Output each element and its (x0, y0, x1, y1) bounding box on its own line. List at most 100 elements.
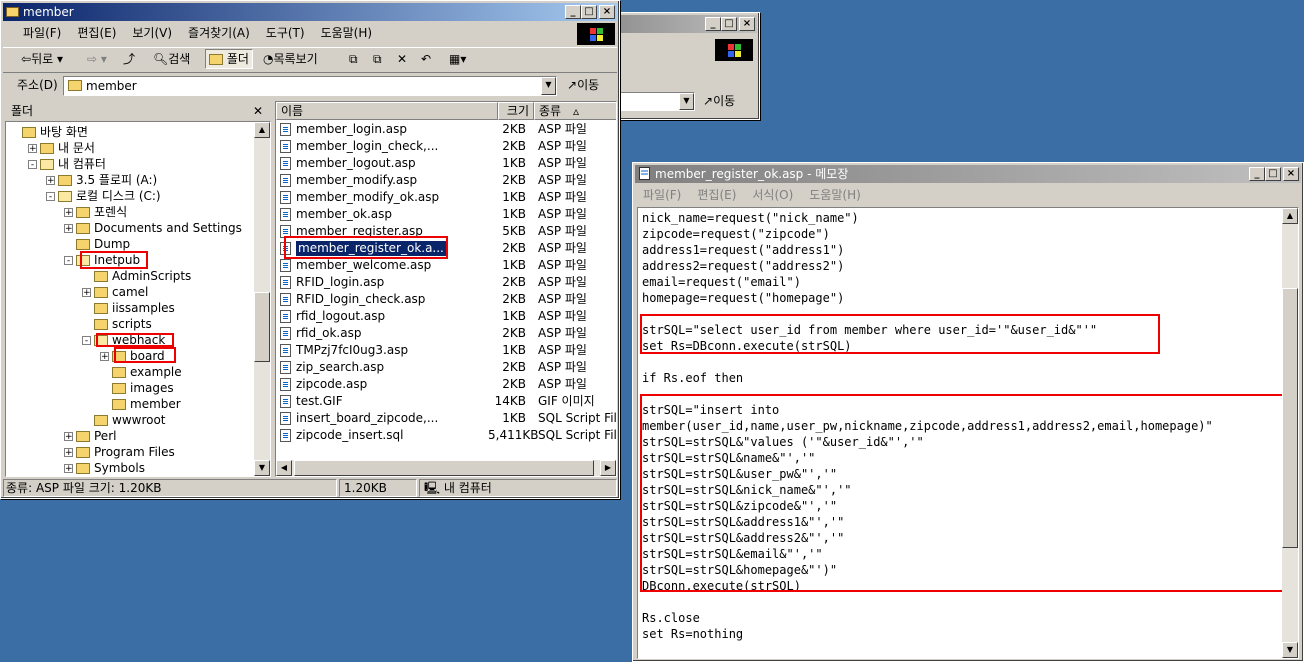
file-row[interactable]: member_logout.asp 1KB ASP 파일 (280, 155, 610, 172)
file-row[interactable]: RFID_login.asp 2KB ASP 파일 (280, 274, 610, 291)
file-row[interactable]: member_modify.asp 2KB ASP 파일 (280, 172, 610, 189)
file-row[interactable]: member_modify_ok.asp 1KB ASP 파일 (280, 189, 610, 206)
tree-item[interactable]: iissamples (82, 300, 175, 316)
scroll-down-icon[interactable]: ▼ (254, 460, 270, 476)
menu-tools[interactable]: 도구(T) (258, 23, 313, 43)
menu-favorites[interactable]: 즐겨찾기(A) (180, 23, 258, 43)
up-folder-button[interactable]: ⤴ (123, 49, 135, 69)
chevron-down-icon[interactable]: ▼ (541, 77, 556, 95)
file-row[interactable]: zip_search.asp 2KB ASP 파일 (280, 359, 610, 376)
file-row[interactable]: zipcode_insert.sql 5,411KB SQL Script Fil (280, 427, 616, 444)
column-header-name[interactable]: 이름 (276, 102, 498, 120)
maximize-button[interactable]: □ (1265, 167, 1281, 181)
horizontal-scrollbar[interactable]: ◀ ▶ (276, 460, 616, 476)
expand-icon[interactable]: + (64, 448, 73, 458)
file-row[interactable]: TMPzj7fcI0ug3.asp 1KB ASP 파일 (280, 342, 610, 359)
notepad-titlebar[interactable]: member_register_ok.asp - 메모장 _ □ × (635, 165, 1301, 183)
menu-edit[interactable]: 편집(E) (689, 185, 744, 205)
file-row[interactable]: rfid_logout.asp 1KB ASP 파일 (280, 308, 610, 325)
tree-item[interactable]: wwwroot (82, 412, 166, 428)
folders-button[interactable]: 폴더 (205, 49, 253, 69)
tree-item[interactable]: images (100, 380, 174, 396)
minimize-button[interactable]: _ (565, 5, 581, 19)
file-row[interactable]: RFID_login_check.asp 2KB ASP 파일 (280, 291, 610, 308)
go-button[interactable]: ↗이동 (567, 75, 599, 95)
menu-help[interactable]: 도움말(H) (313, 23, 381, 43)
column-header-type[interactable]: 종류 ▵ (534, 102, 616, 120)
expand-icon[interactable]: + (100, 352, 109, 362)
menu-edit[interactable]: 편집(E) (69, 23, 124, 43)
views-button[interactable]: ▦▾ (449, 49, 466, 69)
scroll-thumb[interactable] (254, 292, 270, 362)
scroll-left-icon[interactable]: ◀ (276, 460, 292, 476)
scroll-up-icon[interactable]: ▲ (254, 122, 270, 138)
tree-item[interactable]: + 포렌식 (64, 204, 127, 220)
scroll-right-icon[interactable]: ▶ (600, 460, 616, 476)
tree-item[interactable]: + 내 문서 (28, 140, 95, 156)
vertical-scrollbar[interactable]: ▲ ▼ (1282, 208, 1298, 658)
copy-to-button[interactable]: ⧉ (373, 49, 382, 69)
file-row[interactable]: zipcode.asp 2KB ASP 파일 (280, 376, 610, 393)
move-to-button[interactable]: ⧉ (349, 49, 358, 69)
file-row[interactable]: insert_board_zipcode,... 1KB SQL Script Fi… (280, 410, 616, 427)
tree-item[interactable]: 바탕 화면 (10, 124, 88, 140)
expand-icon[interactable]: + (28, 144, 37, 154)
file-row[interactable]: member_welcome.asp 1KB ASP 파일 (280, 257, 610, 274)
menu-format[interactable]: 서식(O) (744, 185, 801, 205)
delete-button[interactable]: ✕ (397, 49, 407, 69)
menu-view[interactable]: 보기(V) (124, 23, 180, 43)
history-button[interactable]: ◔목록보기 (263, 49, 318, 69)
expand-icon[interactable]: + (64, 432, 73, 442)
file-row[interactable]: member_login.asp 2KB ASP 파일 (280, 121, 610, 138)
scroll-down-icon[interactable]: ▼ (1282, 642, 1298, 658)
column-header-size[interactable]: 크기 (498, 102, 534, 120)
close-button[interactable]: × (599, 5, 615, 19)
tree-item[interactable]: scripts (82, 316, 152, 332)
expand-icon[interactable]: + (64, 208, 73, 218)
tree-item[interactable]: Dump (64, 236, 130, 252)
background-go-button[interactable]: ↗이동 (703, 91, 735, 111)
file-row[interactable]: member_ok.asp 1KB ASP 파일 (280, 206, 610, 223)
collapse-icon[interactable]: - (46, 192, 55, 202)
maximize-button[interactable]: □ (721, 17, 737, 31)
tree-item[interactable]: + Perl (64, 428, 116, 444)
tree-item[interactable]: member (100, 396, 181, 412)
address-combo[interactable]: member ▼ (63, 76, 557, 96)
chevron-down-icon[interactable]: ▼ (679, 93, 694, 110)
tree-vertical-scrollbar[interactable]: ▲ ▼ (254, 122, 270, 476)
expand-icon[interactable]: + (46, 176, 55, 186)
forward-button[interactable]: ⇨ ▾ (87, 49, 107, 69)
tree-item[interactable]: + Symbols (64, 460, 145, 476)
close-icon[interactable]: ✕ (253, 101, 263, 121)
file-row[interactable]: rfid_ok.asp 2KB ASP 파일 (280, 325, 610, 342)
search-button[interactable]: 🔍︎검색 (153, 49, 190, 69)
close-button[interactable]: × (739, 17, 755, 31)
minimize-button[interactable]: _ (705, 17, 721, 31)
background-address-combo[interactable]: ▼ (619, 92, 695, 111)
file-row[interactable]: member_login_check,... 2KB ASP 파일 (280, 138, 610, 155)
tree-item[interactable]: +3.5 플로피 (A:) (46, 172, 157, 188)
collapse-icon[interactable]: - (82, 336, 91, 346)
collapse-icon[interactable]: - (64, 256, 73, 266)
tree-item[interactable]: - 로컬 디스크 (C:) (46, 188, 161, 204)
expand-icon[interactable]: + (82, 288, 91, 298)
menu-file[interactable]: 파일(F) (635, 185, 689, 205)
scroll-thumb[interactable] (1282, 288, 1298, 548)
tree-item[interactable]: + camel (82, 284, 148, 300)
maximize-button[interactable]: □ (581, 5, 597, 19)
notepad-text-area[interactable]: nick_name=request("nick_name") zipcode=re… (637, 207, 1299, 659)
file-row[interactable]: test.GIF 14KB GIF 이미지 (280, 393, 610, 410)
menu-help[interactable]: 도움말(H) (801, 185, 869, 205)
scroll-thumb[interactable] (294, 460, 594, 476)
tree-item[interactable]: + Documents and Settings (64, 220, 242, 236)
tree-item[interactable]: example (100, 364, 182, 380)
expand-icon[interactable]: + (64, 224, 73, 234)
tree-item[interactable]: + Program Files (64, 444, 175, 460)
tree-item[interactable]: - 내 컴퓨터 (28, 156, 106, 172)
expand-icon[interactable]: + (64, 464, 73, 474)
explorer-titlebar[interactable]: member _ □ × (3, 3, 617, 21)
minimize-button[interactable]: _ (1249, 167, 1265, 181)
back-button[interactable]: ⇦뒤로 ▾ (21, 49, 63, 69)
tree-item[interactable]: AdminScripts (82, 268, 191, 284)
menu-file[interactable]: 파일(F) (15, 23, 69, 43)
